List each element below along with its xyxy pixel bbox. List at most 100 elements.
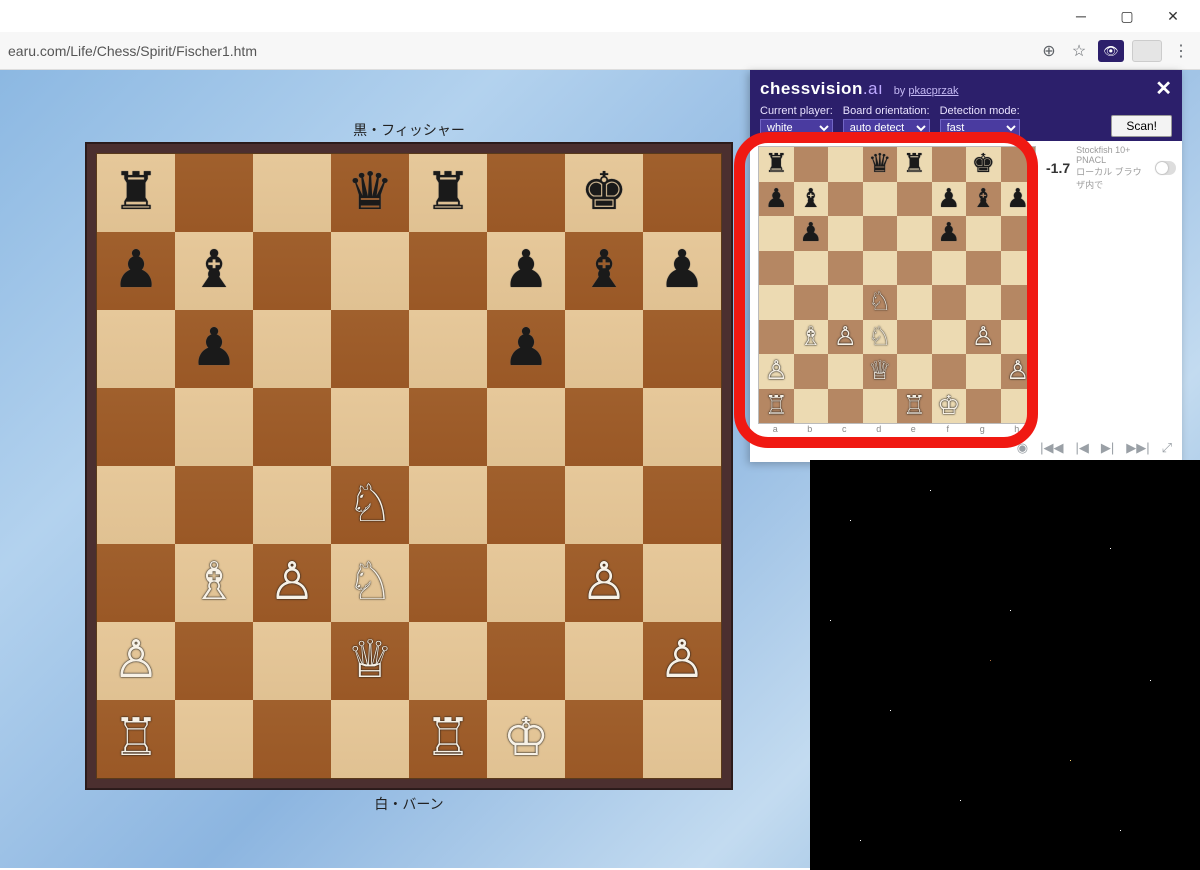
board-square[interactable]: ♙ bbox=[759, 354, 794, 389]
extension-placeholder[interactable] bbox=[1132, 40, 1162, 62]
board-square[interactable] bbox=[759, 320, 794, 355]
board-square[interactable]: ♙ bbox=[1001, 354, 1036, 389]
board-square[interactable] bbox=[1001, 251, 1036, 286]
board-square[interactable] bbox=[1001, 320, 1036, 355]
engine-toggle[interactable] bbox=[1155, 161, 1176, 175]
author-link[interactable]: pkacprzak bbox=[908, 85, 958, 97]
board-square[interactable] bbox=[897, 354, 932, 389]
board-square[interactable]: ♗ bbox=[794, 320, 829, 355]
board-square[interactable] bbox=[1001, 389, 1036, 424]
board-square[interactable]: ♛ bbox=[863, 147, 898, 182]
board-square: ♖ bbox=[409, 700, 487, 778]
board-square[interactable]: ♘ bbox=[863, 285, 898, 320]
board-square[interactable]: ♖ bbox=[759, 389, 794, 424]
board-square[interactable]: ♟ bbox=[932, 216, 967, 251]
expand-icon[interactable]: ⤢ bbox=[1162, 440, 1172, 456]
board-square[interactable] bbox=[1001, 147, 1036, 182]
chess-piece: ♛ bbox=[868, 149, 891, 179]
last-move-button[interactable]: ▶▶| bbox=[1126, 440, 1149, 456]
board-square[interactable] bbox=[897, 251, 932, 286]
disc-icon[interactable]: ◉ bbox=[1017, 440, 1028, 456]
board-square bbox=[409, 310, 487, 388]
board-square[interactable] bbox=[794, 147, 829, 182]
bookmark-star-icon[interactable]: ☆ bbox=[1068, 40, 1090, 62]
board-square[interactable] bbox=[828, 147, 863, 182]
board-square: ♛ bbox=[331, 154, 409, 232]
window-maximize-button[interactable]: ▢ bbox=[1104, 0, 1150, 32]
board-square[interactable]: ♟ bbox=[759, 182, 794, 217]
board-square[interactable]: ♟ bbox=[932, 182, 967, 217]
window-minimize-button[interactable]: ─ bbox=[1058, 0, 1104, 32]
url-display[interactable]: earu.com/Life/Chess/Spirit/Fischer1.htm bbox=[8, 43, 1030, 59]
chess-piece: ♙ bbox=[834, 322, 857, 352]
board-square[interactable]: ♖ bbox=[897, 389, 932, 424]
board-square[interactable] bbox=[828, 354, 863, 389]
board-square[interactable] bbox=[828, 182, 863, 217]
window-close-button[interactable]: ✕ bbox=[1150, 0, 1196, 32]
board-square[interactable]: ♙ bbox=[966, 320, 1001, 355]
board-square[interactable] bbox=[759, 285, 794, 320]
board-square bbox=[331, 700, 409, 778]
board-square[interactable]: ♕ bbox=[863, 354, 898, 389]
board-square[interactable] bbox=[759, 216, 794, 251]
board-square[interactable]: ♜ bbox=[759, 147, 794, 182]
board-square[interactable] bbox=[794, 285, 829, 320]
chess-piece: ♘ bbox=[868, 287, 891, 317]
board-square[interactable] bbox=[932, 320, 967, 355]
board-square[interactable]: ♔ bbox=[932, 389, 967, 424]
board-square[interactable] bbox=[932, 354, 967, 389]
next-move-button[interactable]: ▶| bbox=[1101, 440, 1114, 456]
board-square[interactable] bbox=[828, 285, 863, 320]
current-player-select[interactable]: white bbox=[760, 119, 833, 137]
board-square[interactable] bbox=[863, 251, 898, 286]
board-square[interactable] bbox=[966, 216, 1001, 251]
board-square[interactable] bbox=[932, 147, 967, 182]
detection-mode-select[interactable]: fast bbox=[940, 119, 1020, 137]
board-square[interactable] bbox=[828, 216, 863, 251]
board-square[interactable] bbox=[966, 285, 1001, 320]
board-square[interactable] bbox=[966, 251, 1001, 286]
board-square[interactable]: ♚ bbox=[966, 147, 1001, 182]
scan-button[interactable]: Scan! bbox=[1111, 115, 1172, 137]
board-square[interactable] bbox=[828, 389, 863, 424]
board-square bbox=[487, 388, 565, 466]
board-square[interactable] bbox=[828, 251, 863, 286]
board-square[interactable]: ♝ bbox=[966, 182, 1001, 217]
extension-close-button[interactable]: ✕ bbox=[1155, 76, 1172, 101]
board-square bbox=[253, 154, 331, 232]
board-square[interactable] bbox=[863, 182, 898, 217]
board-square[interactable] bbox=[932, 285, 967, 320]
board-square[interactable]: ♟ bbox=[794, 216, 829, 251]
board-square[interactable] bbox=[863, 216, 898, 251]
board-square[interactable] bbox=[966, 389, 1001, 424]
board-square[interactable]: ♜ bbox=[897, 147, 932, 182]
board-square[interactable] bbox=[863, 389, 898, 424]
board-square[interactable] bbox=[1001, 216, 1036, 251]
board-square[interactable] bbox=[932, 251, 967, 286]
first-move-button[interactable]: |◀◀ bbox=[1040, 440, 1063, 456]
board-square[interactable] bbox=[794, 354, 829, 389]
board-square[interactable] bbox=[759, 251, 794, 286]
board-square[interactable] bbox=[1001, 285, 1036, 320]
browser-menu-icon[interactable]: ⋮ bbox=[1170, 40, 1192, 62]
board-square[interactable] bbox=[966, 354, 1001, 389]
board-square[interactable] bbox=[794, 389, 829, 424]
board-square[interactable]: ♟ bbox=[1001, 182, 1036, 217]
board-square[interactable] bbox=[897, 216, 932, 251]
zoom-icon[interactable]: ⊕ bbox=[1038, 40, 1060, 62]
board-square bbox=[97, 388, 175, 466]
board-square[interactable] bbox=[897, 285, 932, 320]
board-square[interactable]: ♝ bbox=[794, 182, 829, 217]
board-square[interactable] bbox=[897, 320, 932, 355]
chess-piece: ♕ bbox=[868, 356, 891, 386]
engine-name: Stockfish 10+ PNACL bbox=[1076, 145, 1149, 165]
board-square[interactable] bbox=[794, 251, 829, 286]
board-square[interactable] bbox=[897, 182, 932, 217]
board-square[interactable]: ♙ bbox=[828, 320, 863, 355]
chessvision-extension-icon[interactable]: 👁 bbox=[1098, 40, 1124, 62]
board-orientation-select[interactable]: auto detect bbox=[843, 119, 930, 137]
board-square bbox=[253, 388, 331, 466]
prev-move-button[interactable]: |◀ bbox=[1075, 440, 1088, 456]
board-square bbox=[97, 466, 175, 544]
board-square[interactable]: ♘ bbox=[863, 320, 898, 355]
